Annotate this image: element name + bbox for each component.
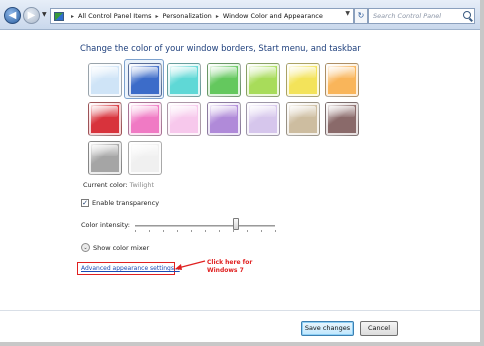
current-color-value: Twilight <box>129 181 155 189</box>
search-icon[interactable] <box>463 11 471 19</box>
color-swatch-leaf[interactable] <box>206 63 241 97</box>
control-panel-icon <box>54 11 64 21</box>
color-swatch-chocolate[interactable] <box>325 102 359 136</box>
search-input[interactable]: Search Control Panel <box>368 8 475 24</box>
transparency-label[interactable]: Enable transparency <box>92 199 159 207</box>
advanced-appearance-link[interactable]: Advanced appearance settings... <box>81 265 180 272</box>
page-title: Change the color of your window borders,… <box>80 43 361 53</box>
address-dropdown-icon[interactable]: ▼ <box>345 10 350 17</box>
address-bar: ◀ ▶ ▼ ▸ All Control Panel Items ▸ Person… <box>0 0 480 30</box>
slider-tick <box>149 230 150 232</box>
color-intensity-slider[interactable] <box>135 225 275 227</box>
slider-tick <box>135 230 136 232</box>
color-swatch-frost[interactable] <box>127 141 162 175</box>
slider-tick <box>261 230 262 232</box>
color-swatch-sea[interactable] <box>167 63 201 97</box>
color-swatch-orange[interactable] <box>325 63 359 97</box>
annotation-text: Click here for Windows 7 <box>207 259 252 274</box>
slider-thumb[interactable] <box>232 218 239 230</box>
transparency-checkbox[interactable]: ✓ <box>81 199 89 207</box>
annotation-arrow-icon <box>175 260 206 270</box>
color-swatch-lemon[interactable] <box>285 63 320 97</box>
breadcrumb-personalization[interactable]: Personalization <box>163 12 212 20</box>
back-button[interactable]: ◀ <box>4 7 21 24</box>
color-swatch-ruby[interactable] <box>88 102 122 136</box>
current-color-text: Current color: Twilight <box>83 181 154 189</box>
chevron-right-icon[interactable]: ▸ <box>71 13 74 20</box>
color-intensity-label: Color intensity: <box>81 221 130 229</box>
recent-pages-dropdown-icon[interactable]: ▼ <box>42 11 47 18</box>
expand-chevron-icon[interactable]: ⌄ <box>81 243 90 252</box>
cancel-button[interactable]: Cancel <box>360 321 398 336</box>
chevron-right-icon[interactable]: ▸ <box>216 13 219 20</box>
slider-tick <box>163 230 164 232</box>
search-placeholder: Search Control Panel <box>373 12 442 20</box>
annotation-line-2: Windows 7 <box>207 266 244 274</box>
color-swatch-lime[interactable] <box>246 63 280 97</box>
show-color-mixer[interactable]: Show color mixer <box>93 244 149 252</box>
color-swatch-blush[interactable] <box>167 102 201 136</box>
slider-tick <box>191 230 192 232</box>
slider-tick <box>205 230 206 232</box>
breadcrumb-window-color[interactable]: Window Color and Appearance <box>223 12 323 20</box>
slider-tick <box>233 230 234 232</box>
color-swatch-twilight[interactable] <box>127 63 162 97</box>
slider-tick <box>275 230 276 232</box>
color-swatch-fuchsia[interactable] <box>127 102 162 136</box>
color-swatch-slate[interactable] <box>88 141 122 175</box>
divider <box>0 310 480 311</box>
color-swatch-violet[interactable] <box>206 102 241 136</box>
current-color-label: Current color: <box>83 181 128 189</box>
save-changes-button[interactable]: Save changes <box>301 321 354 336</box>
breadcrumb-all-items[interactable]: All Control Panel Items <box>78 12 151 20</box>
color-swatch-sky[interactable] <box>88 63 122 97</box>
slider-tick <box>247 230 248 232</box>
refresh-button[interactable]: ↻ <box>354 8 368 24</box>
control-panel-window: ◀ ▶ ▼ ▸ All Control Panel Items ▸ Person… <box>0 0 484 346</box>
color-swatch-taupe[interactable] <box>285 102 320 136</box>
forward-button[interactable]: ▶ <box>23 7 40 24</box>
slider-tick <box>177 230 178 232</box>
annotation-line-1: Click here for <box>207 259 253 266</box>
breadcrumb[interactable]: ▸ All Control Panel Items ▸ Personalizat… <box>50 8 354 24</box>
color-swatch-lavender[interactable] <box>246 102 280 136</box>
chevron-right-icon[interactable]: ▸ <box>156 13 159 20</box>
slider-tick <box>219 230 220 232</box>
